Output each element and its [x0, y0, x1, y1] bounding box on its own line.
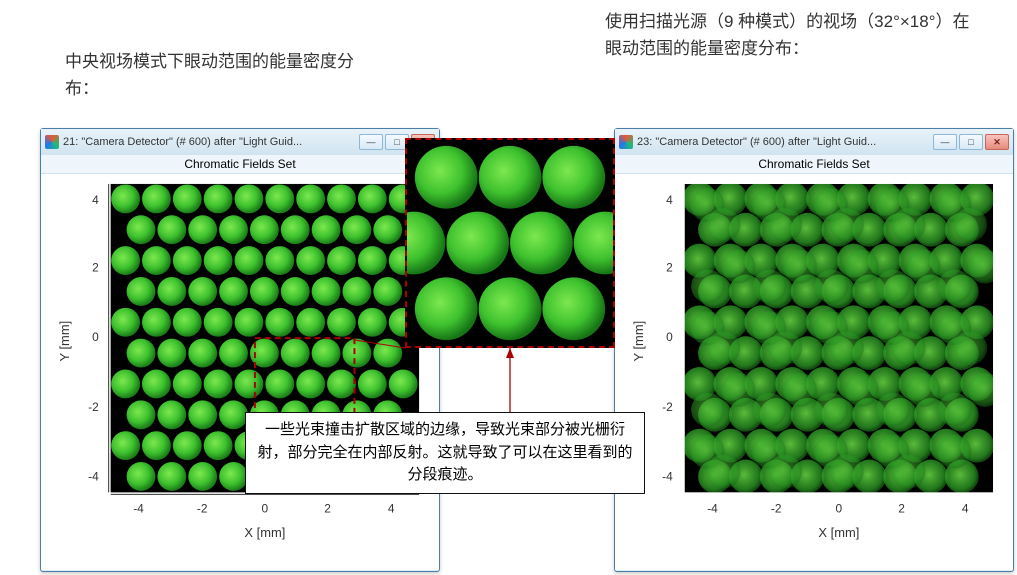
svg-text:-2: -2: [662, 400, 673, 414]
svg-text:-4: -4: [88, 469, 99, 483]
window-title: 21: "Camera Detector" (# 600) after "Lig…: [63, 136, 355, 148]
svg-text:2: 2: [666, 261, 673, 275]
svg-text:-4: -4: [707, 501, 718, 515]
titlebar[interactable]: 21: "Camera Detector" (# 600) after "Lig…: [41, 129, 439, 155]
zoom-inset: [405, 138, 615, 348]
svg-text:-2: -2: [88, 400, 99, 414]
svg-text:2: 2: [92, 261, 99, 275]
svg-text:Y [mm]: Y [mm]: [631, 321, 646, 362]
plot-title: Chromatic Fields Set: [41, 155, 439, 174]
svg-text:-2: -2: [771, 501, 782, 515]
svg-text:0: 0: [666, 330, 673, 344]
minimize-button[interactable]: —: [359, 134, 383, 150]
window-title: 23: "Camera Detector" (# 600) after "Lig…: [637, 136, 929, 148]
svg-text:-2: -2: [197, 501, 208, 515]
svg-text:Y [mm]: Y [mm]: [57, 321, 72, 362]
close-button[interactable]: ✕: [985, 134, 1009, 150]
svg-text:X [mm]: X [mm]: [818, 525, 859, 540]
svg-text:X [mm]: X [mm]: [244, 525, 285, 540]
detector-window-23: 23: "Camera Detector" (# 600) after "Lig…: [614, 128, 1014, 572]
maximize-button[interactable]: □: [959, 134, 983, 150]
svg-text:0: 0: [262, 501, 269, 515]
caption-left: 中央视场模式下眼动范围的能量密度分布：: [65, 48, 385, 102]
svg-text:2: 2: [898, 501, 905, 515]
app-icon: [619, 135, 633, 149]
svg-text:4: 4: [666, 193, 673, 207]
svg-text:0: 0: [92, 330, 99, 344]
detector-window-21: 21: "Camera Detector" (# 600) after "Lig…: [40, 128, 440, 572]
svg-text:-4: -4: [133, 501, 144, 515]
annotation-callout: 一些光束撞击扩散区域的边缘，导致光束部分被光栅衍射，部分完全在内部反射。这就导致…: [245, 412, 645, 494]
plot-area-right: 4 2 0 -2 -4 Y [mm] -4 -2 0 2 4 X [mm]: [615, 174, 1013, 570]
x-axis: -4 -2 0 2 4 X [mm]: [111, 494, 419, 540]
plot-title: Chromatic Fields Set: [615, 155, 1013, 174]
plot-area-left: 4 2 0 -2 -4 Y [mm] -4 -2 0 2 4 X [mm]: [41, 174, 439, 570]
y-axis: 4 2 0 -2 -4 Y [mm]: [57, 184, 109, 492]
svg-text:4: 4: [92, 193, 99, 207]
svg-text:0: 0: [836, 501, 843, 515]
svg-text:4: 4: [388, 501, 395, 515]
svg-text:-4: -4: [662, 469, 673, 483]
svg-text:2: 2: [324, 501, 331, 515]
titlebar[interactable]: 23: "Camera Detector" (# 600) after "Lig…: [615, 129, 1013, 155]
caption-right: 使用扫描光源（9 种模式）的视场（32°×18°）在眼动范围的能量密度分布：: [605, 8, 985, 62]
minimize-button[interactable]: —: [933, 134, 957, 150]
pupil-array-blurred: [683, 182, 1002, 493]
app-icon: [45, 135, 59, 149]
svg-text:4: 4: [962, 501, 969, 515]
